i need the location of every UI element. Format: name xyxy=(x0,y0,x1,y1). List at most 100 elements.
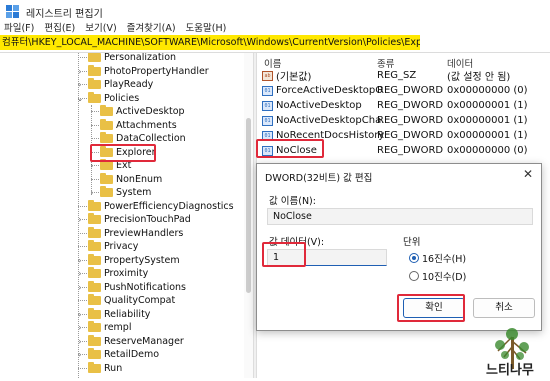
value-name: NoActiveDesktop xyxy=(276,100,362,111)
menu-help[interactable]: 도움말(H) xyxy=(186,20,227,34)
radio-hex-dot[interactable] xyxy=(409,253,419,263)
menu-favorites[interactable]: 즐겨찾기(A) xyxy=(127,20,176,34)
tree-item-label: rempl xyxy=(104,322,132,333)
value-name: (기본값) xyxy=(276,72,312,83)
tree-item-label: Privacy xyxy=(104,241,139,252)
tree-item-label: PropertySystem xyxy=(104,254,180,266)
folder-icon xyxy=(88,91,101,103)
value-data: 0x00000000 (0) xyxy=(447,85,528,96)
tree-guide xyxy=(78,354,87,355)
tree-guide xyxy=(78,246,87,247)
tree-guide xyxy=(78,57,87,58)
string-value-icon: ab xyxy=(262,70,273,81)
menu-view[interactable]: 보기(V) xyxy=(85,20,116,34)
registry-tree: Personalization › PhotoPropertyHandler › Pla… xyxy=(0,53,253,378)
tree-guide xyxy=(78,313,87,315)
tree-guide xyxy=(78,232,87,234)
noclose-highlight-box xyxy=(256,139,324,158)
value-type: REG_DWORD xyxy=(377,115,444,126)
menu-file[interactable]: 파일(F) xyxy=(4,20,34,34)
tree-scrollbar[interactable] xyxy=(244,53,253,378)
tree-item-label: Personalization xyxy=(104,53,177,63)
address-bar[interactable]: 컴퓨터\HKEY_LOCAL_MACHINE\SOFTWARE\Microsof… xyxy=(0,35,420,50)
value-data: (값 설정 안 됨) xyxy=(447,72,511,83)
value-data: 0x00000001 (1) xyxy=(447,100,528,111)
tree-guide xyxy=(78,340,87,342)
value-name-field: NoClose xyxy=(267,208,533,225)
tree-guide xyxy=(78,367,87,369)
explorer-highlight-box xyxy=(90,144,156,162)
tree-item-label: PreviewHandlers xyxy=(104,227,184,239)
value-data: 0x00000001 (1) xyxy=(447,115,528,126)
tree-item-label: Run xyxy=(104,362,123,374)
radio-decimal-dot[interactable] xyxy=(409,271,419,281)
folder-icon xyxy=(88,280,101,292)
value-name-label: 값 이름(N): xyxy=(269,196,316,207)
folder-icon xyxy=(88,64,101,76)
value-type: REG_DWORD xyxy=(377,100,444,111)
tree-item-label: DataCollection xyxy=(116,133,186,144)
tree-item-label: PowerEfficiencyDiagnostics xyxy=(104,200,234,212)
menu-bar: 파일(F) 편집(E) 보기(V) 즐겨찾기(A) 도움말(H) xyxy=(0,20,236,34)
tree-item-label: Attachments xyxy=(116,119,177,131)
tree-item-label: PushNotifications xyxy=(104,281,187,293)
value-data: 0x00000001 (1) xyxy=(447,130,528,141)
value-row[interactable]: ab (기본값) REG_SZ (값 설정 안 됨) xyxy=(262,68,550,83)
tree-item-label: NonEnum xyxy=(116,173,163,185)
tree-item-label: QualityCompat xyxy=(104,295,176,306)
folder-icon xyxy=(88,240,101,251)
folder-icon xyxy=(100,172,113,184)
tree-item-label: PlayReady xyxy=(104,79,154,90)
tree-item-label: PhotoPropertyHandler xyxy=(104,65,209,77)
tree-guide xyxy=(91,138,99,139)
dialog-title: DWORD(32비트) 값 편집 xyxy=(265,173,373,184)
value-type: REG_DWORD xyxy=(377,145,444,156)
scrollbar-thumb[interactable] xyxy=(246,118,251,293)
dword-value-icon: 01 xyxy=(262,100,273,111)
close-icon[interactable]: ✕ xyxy=(523,167,533,181)
folder-icon xyxy=(88,267,101,278)
folder-icon xyxy=(88,199,101,211)
cancel-button[interactable]: 취소 xyxy=(473,298,535,318)
radio-decimal-label: 10진수(D) xyxy=(422,272,467,283)
folder-icon xyxy=(88,78,101,89)
tree-item-label: Policies xyxy=(104,92,140,104)
value-type: REG_SZ xyxy=(377,70,417,81)
tree-guide xyxy=(78,259,87,261)
radio-hex[interactable]: 16진수(H) xyxy=(409,251,466,265)
dword-value-icon: 01 xyxy=(262,85,273,96)
dword-value-icon: 01 xyxy=(262,115,273,126)
folder-icon xyxy=(88,348,101,359)
value-row[interactable]: 01 NoActiveDesktop REG_DWORD 0x00000001 (1) xyxy=(262,98,550,113)
radio-decimal[interactable]: 10진수(D) xyxy=(409,269,466,283)
tree-guide xyxy=(78,286,87,288)
window-title: 레지스트리 편집기 xyxy=(26,8,103,20)
tree-guide xyxy=(91,124,99,126)
folder-icon xyxy=(100,132,113,143)
value-data: 0x00000000 (0) xyxy=(447,145,528,156)
folder-icon xyxy=(88,53,101,62)
folder-icon xyxy=(88,213,101,224)
folder-icon xyxy=(100,186,113,197)
tree-guide xyxy=(78,97,87,99)
value-row[interactable]: 01 NoActiveDesktopCha... REG_DWORD 0x000000… xyxy=(262,113,550,128)
folder-icon xyxy=(100,118,113,130)
tree-guide xyxy=(78,327,87,328)
folder-icon xyxy=(88,334,101,346)
menu-edit[interactable]: 편집(E) xyxy=(44,20,75,34)
tree-item-label: PrecisionTouchPad xyxy=(104,214,191,225)
folder-icon xyxy=(88,226,101,238)
value-type: REG_DWORD xyxy=(377,130,444,141)
tree-item[interactable]: Run xyxy=(88,361,122,376)
tree-guide xyxy=(91,192,99,193)
value-type: REG_DWORD xyxy=(377,85,444,96)
tree-item-label: System xyxy=(116,187,152,198)
value-name: NoActiveDesktopCha... xyxy=(276,115,384,126)
regedit-app-icon xyxy=(6,5,20,19)
value-row[interactable]: 01 ForceActiveDesktopOn REG_DWORD 0x0000000… xyxy=(262,83,550,98)
tree-guide xyxy=(91,165,99,166)
tree-item-label: RetailDemo xyxy=(104,349,160,360)
value-name: ForceActiveDesktopOn xyxy=(276,85,384,96)
folder-icon xyxy=(88,253,101,265)
tree-guide xyxy=(78,219,87,220)
